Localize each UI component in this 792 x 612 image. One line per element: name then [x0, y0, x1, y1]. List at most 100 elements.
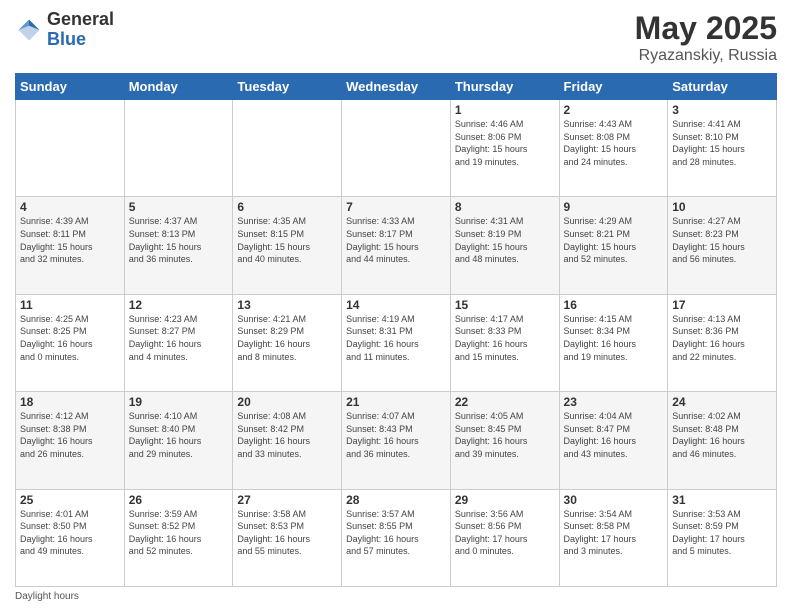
day-info: Sunrise: 4:35 AM Sunset: 8:15 PM Dayligh…	[237, 215, 337, 265]
col-header-wednesday: Wednesday	[342, 74, 451, 100]
day-number: 16	[564, 298, 664, 312]
day-info: Sunrise: 3:56 AM Sunset: 8:56 PM Dayligh…	[455, 508, 555, 558]
calendar-cell: 6Sunrise: 4:35 AM Sunset: 8:15 PM Daylig…	[233, 197, 342, 294]
calendar-cell: 13Sunrise: 4:21 AM Sunset: 8:29 PM Dayli…	[233, 294, 342, 391]
day-number: 15	[455, 298, 555, 312]
calendar-cell	[233, 100, 342, 197]
day-info: Sunrise: 3:58 AM Sunset: 8:53 PM Dayligh…	[237, 508, 337, 558]
day-info: Sunrise: 4:41 AM Sunset: 8:10 PM Dayligh…	[672, 118, 772, 168]
logo-blue: Blue	[47, 29, 86, 49]
day-info: Sunrise: 4:29 AM Sunset: 8:21 PM Dayligh…	[564, 215, 664, 265]
day-info: Sunrise: 4:12 AM Sunset: 8:38 PM Dayligh…	[20, 410, 120, 460]
calendar-cell: 4Sunrise: 4:39 AM Sunset: 8:11 PM Daylig…	[16, 197, 125, 294]
calendar-cell: 25Sunrise: 4:01 AM Sunset: 8:50 PM Dayli…	[16, 489, 125, 586]
calendar-cell: 31Sunrise: 3:53 AM Sunset: 8:59 PM Dayli…	[668, 489, 777, 586]
day-number: 14	[346, 298, 446, 312]
day-info: Sunrise: 4:33 AM Sunset: 8:17 PM Dayligh…	[346, 215, 446, 265]
calendar-cell: 1Sunrise: 4:46 AM Sunset: 8:06 PM Daylig…	[450, 100, 559, 197]
day-info: Sunrise: 4:31 AM Sunset: 8:19 PM Dayligh…	[455, 215, 555, 265]
day-number: 28	[346, 493, 446, 507]
calendar-cell: 14Sunrise: 4:19 AM Sunset: 8:31 PM Dayli…	[342, 294, 451, 391]
col-header-saturday: Saturday	[668, 74, 777, 100]
col-header-friday: Friday	[559, 74, 668, 100]
calendar-cell: 8Sunrise: 4:31 AM Sunset: 8:19 PM Daylig…	[450, 197, 559, 294]
day-info: Sunrise: 4:21 AM Sunset: 8:29 PM Dayligh…	[237, 313, 337, 363]
calendar-cell: 17Sunrise: 4:13 AM Sunset: 8:36 PM Dayli…	[668, 294, 777, 391]
calendar-week-row: 18Sunrise: 4:12 AM Sunset: 8:38 PM Dayli…	[16, 392, 777, 489]
day-number: 4	[20, 200, 120, 214]
day-info: Sunrise: 4:04 AM Sunset: 8:47 PM Dayligh…	[564, 410, 664, 460]
day-number: 27	[237, 493, 337, 507]
day-number: 24	[672, 395, 772, 409]
calendar-table: SundayMondayTuesdayWednesdayThursdayFrid…	[15, 73, 777, 587]
footer: Daylight hours	[15, 591, 777, 602]
col-header-thursday: Thursday	[450, 74, 559, 100]
day-number: 12	[129, 298, 229, 312]
day-number: 17	[672, 298, 772, 312]
calendar-cell: 24Sunrise: 4:02 AM Sunset: 8:48 PM Dayli…	[668, 392, 777, 489]
logo-general: General	[47, 9, 114, 29]
calendar-cell: 9Sunrise: 4:29 AM Sunset: 8:21 PM Daylig…	[559, 197, 668, 294]
calendar-cell: 29Sunrise: 3:56 AM Sunset: 8:56 PM Dayli…	[450, 489, 559, 586]
calendar-cell: 21Sunrise: 4:07 AM Sunset: 8:43 PM Dayli…	[342, 392, 451, 489]
calendar-cell: 7Sunrise: 4:33 AM Sunset: 8:17 PM Daylig…	[342, 197, 451, 294]
day-number: 5	[129, 200, 229, 214]
day-number: 20	[237, 395, 337, 409]
calendar-cell: 26Sunrise: 3:59 AM Sunset: 8:52 PM Dayli…	[124, 489, 233, 586]
day-number: 30	[564, 493, 664, 507]
calendar-cell: 2Sunrise: 4:43 AM Sunset: 8:08 PM Daylig…	[559, 100, 668, 197]
calendar-cell: 5Sunrise: 4:37 AM Sunset: 8:13 PM Daylig…	[124, 197, 233, 294]
col-header-tuesday: Tuesday	[233, 74, 342, 100]
calendar-week-row: 4Sunrise: 4:39 AM Sunset: 8:11 PM Daylig…	[16, 197, 777, 294]
calendar-header-row: SundayMondayTuesdayWednesdayThursdayFrid…	[16, 74, 777, 100]
calendar-cell: 22Sunrise: 4:05 AM Sunset: 8:45 PM Dayli…	[450, 392, 559, 489]
day-number: 7	[346, 200, 446, 214]
daylight-label: Daylight hours	[15, 591, 79, 602]
day-info: Sunrise: 3:59 AM Sunset: 8:52 PM Dayligh…	[129, 508, 229, 558]
col-header-sunday: Sunday	[16, 74, 125, 100]
day-number: 25	[20, 493, 120, 507]
day-info: Sunrise: 4:37 AM Sunset: 8:13 PM Dayligh…	[129, 215, 229, 265]
calendar-cell	[124, 100, 233, 197]
calendar-cell: 16Sunrise: 4:15 AM Sunset: 8:34 PM Dayli…	[559, 294, 668, 391]
day-number: 1	[455, 103, 555, 117]
logo: General Blue	[15, 10, 114, 50]
day-info: Sunrise: 4:13 AM Sunset: 8:36 PM Dayligh…	[672, 313, 772, 363]
page: General Blue May 2025 Ryazanskiy, Russia…	[0, 0, 792, 612]
calendar-cell: 12Sunrise: 4:23 AM Sunset: 8:27 PM Dayli…	[124, 294, 233, 391]
day-info: Sunrise: 4:25 AM Sunset: 8:25 PM Dayligh…	[20, 313, 120, 363]
day-info: Sunrise: 3:54 AM Sunset: 8:58 PM Dayligh…	[564, 508, 664, 558]
calendar-cell: 11Sunrise: 4:25 AM Sunset: 8:25 PM Dayli…	[16, 294, 125, 391]
calendar-week-row: 1Sunrise: 4:46 AM Sunset: 8:06 PM Daylig…	[16, 100, 777, 197]
calendar-cell	[16, 100, 125, 197]
day-number: 6	[237, 200, 337, 214]
calendar-cell: 27Sunrise: 3:58 AM Sunset: 8:53 PM Dayli…	[233, 489, 342, 586]
day-info: Sunrise: 4:39 AM Sunset: 8:11 PM Dayligh…	[20, 215, 120, 265]
title-month: May 2025	[635, 10, 777, 47]
calendar-cell: 19Sunrise: 4:10 AM Sunset: 8:40 PM Dayli…	[124, 392, 233, 489]
day-number: 22	[455, 395, 555, 409]
day-number: 31	[672, 493, 772, 507]
calendar-cell: 15Sunrise: 4:17 AM Sunset: 8:33 PM Dayli…	[450, 294, 559, 391]
calendar-cell: 28Sunrise: 3:57 AM Sunset: 8:55 PM Dayli…	[342, 489, 451, 586]
calendar-cell: 3Sunrise: 4:41 AM Sunset: 8:10 PM Daylig…	[668, 100, 777, 197]
header: General Blue May 2025 Ryazanskiy, Russia	[15, 10, 777, 65]
day-number: 8	[455, 200, 555, 214]
calendar-week-row: 25Sunrise: 4:01 AM Sunset: 8:50 PM Dayli…	[16, 489, 777, 586]
day-number: 13	[237, 298, 337, 312]
day-info: Sunrise: 4:17 AM Sunset: 8:33 PM Dayligh…	[455, 313, 555, 363]
day-number: 18	[20, 395, 120, 409]
day-number: 9	[564, 200, 664, 214]
logo-text: General Blue	[47, 10, 114, 50]
day-info: Sunrise: 4:02 AM Sunset: 8:48 PM Dayligh…	[672, 410, 772, 460]
calendar-cell: 18Sunrise: 4:12 AM Sunset: 8:38 PM Dayli…	[16, 392, 125, 489]
day-info: Sunrise: 4:07 AM Sunset: 8:43 PM Dayligh…	[346, 410, 446, 460]
title-block: May 2025 Ryazanskiy, Russia	[635, 10, 777, 65]
day-number: 3	[672, 103, 772, 117]
day-info: Sunrise: 4:15 AM Sunset: 8:34 PM Dayligh…	[564, 313, 664, 363]
logo-icon	[15, 16, 43, 44]
title-location: Ryazanskiy, Russia	[635, 47, 777, 65]
calendar-cell: 23Sunrise: 4:04 AM Sunset: 8:47 PM Dayli…	[559, 392, 668, 489]
day-info: Sunrise: 4:01 AM Sunset: 8:50 PM Dayligh…	[20, 508, 120, 558]
day-number: 19	[129, 395, 229, 409]
